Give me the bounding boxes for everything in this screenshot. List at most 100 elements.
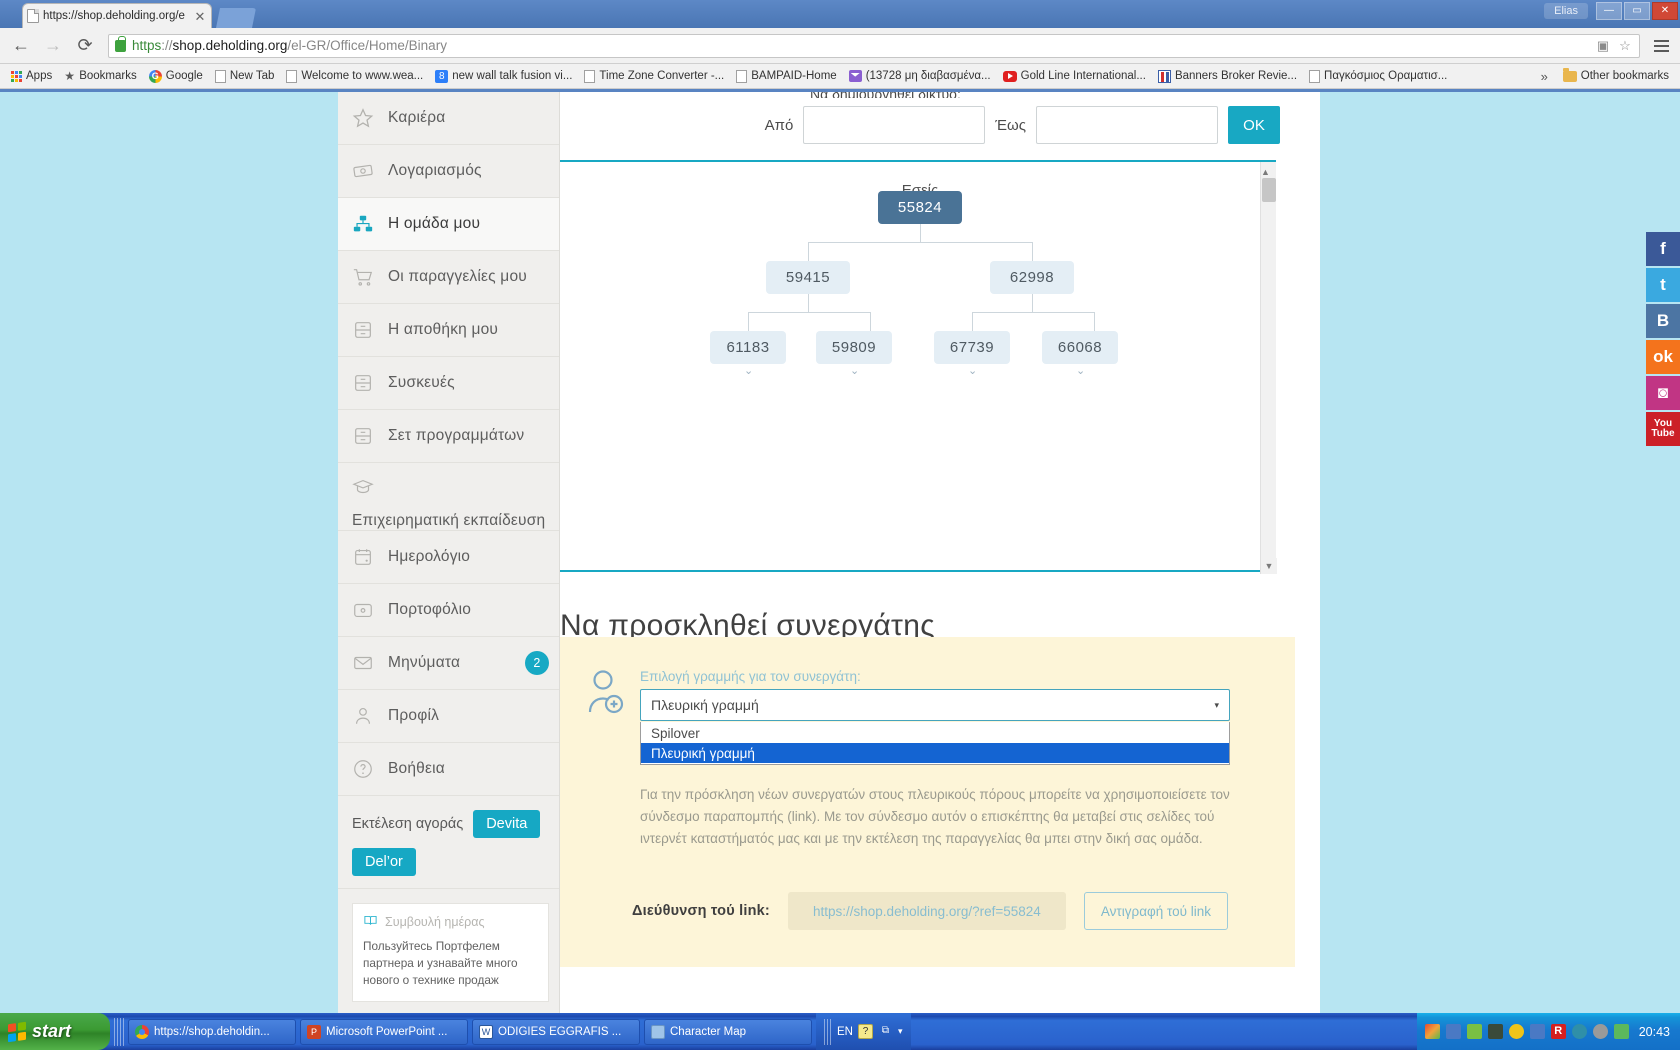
network-tray-icon[interactable]: ⧉ [878,1024,893,1039]
bookmark-timezone[interactable]: Time Zone Converter -... [579,68,729,85]
bookmark-banners-broker[interactable]: Banners Broker Revie... [1153,68,1302,85]
tree-node-level2[interactable]: 61183 [710,331,786,364]
close-icon[interactable]: ✕ [193,10,207,23]
tree-node-level1[interactable]: 59415 [766,261,850,294]
back-arrow-icon[interactable]: ← [8,33,34,59]
scrollbar-thumb[interactable] [1262,178,1276,202]
tree-node-level2[interactable]: 59809 [816,331,892,364]
ok-button[interactable]: ΟΚ [1228,106,1280,144]
question-tray-icon[interactable]: ? [857,1024,873,1039]
devita-button[interactable]: Devita [473,810,541,838]
taskbar-item-character-map[interactable]: Character Map [644,1018,812,1045]
sidebar-item-my-warehouse[interactable]: Η αποθήκη μου [338,304,559,357]
sidebar-item-program-sets[interactable]: Σετ προγραμμάτων [338,410,559,463]
sidebar-item-messages[interactable]: Μηνύματα 2 [338,637,559,690]
tree-node-level2[interactable]: 67739 [934,331,1010,364]
line-select-dropdown[interactable]: Spilover Πλευρική γραμμή [640,722,1230,765]
bookmark-bampaid[interactable]: BAMPAID-Home [731,68,841,85]
bookmarks-overflow-icon[interactable]: » [1533,69,1556,84]
chevron-down-icon[interactable]: ⌄ [968,364,977,377]
google-icon [148,69,162,83]
r-red-icon[interactable]: R [1550,1024,1566,1039]
language-bar[interactable]: EN ? ⧉ ▾ [816,1013,911,1050]
chevron-down-icon[interactable]: ⌄ [850,364,859,377]
tree-node-root[interactable]: 55824 [878,191,962,224]
chevron-down-icon[interactable]: ⌄ [744,364,753,377]
reload-icon[interactable]: ⟳ [72,33,98,59]
bookmark-welcome[interactable]: Welcome to www.wea... [281,68,428,85]
youtube-icon[interactable]: You Tube [1646,412,1680,446]
from-date-input[interactable] [803,106,986,144]
copy-link-button[interactable]: Αντιγραφή τού link [1083,892,1229,930]
sidebar-item-label: Η ομάδα μου [388,215,481,232]
webcam-icon[interactable] [1571,1024,1587,1039]
volume-icon[interactable] [1592,1024,1608,1039]
address-bar[interactable]: https://shop.deholding.org/el-GR/Office/… [108,33,1640,58]
referral-link-value[interactable]: https://shop.deholding.org/?ref=55824 [787,892,1066,930]
facebook-icon[interactable]: f [1646,232,1680,266]
bookmark-wall-talk[interactable]: 8 new wall talk fusion vi... [430,68,577,85]
hamburger-menu-icon[interactable] [1650,33,1672,59]
tree-scrollbar[interactable]: ▲ ▼ [1260,162,1277,574]
tray-expand-icon[interactable]: ▾ [898,1026,903,1037]
window-close-button[interactable]: ✕ [1652,2,1678,20]
taskbar-item-powerpoint[interactable]: P Microsoft PowerPoint ... [300,1018,468,1045]
updates-icon[interactable] [1613,1024,1629,1039]
sidebar-item-help[interactable]: Βοήθεια [338,743,559,796]
bookmark-pagkosmios[interactable]: Παγκόσμιος Οραματισ... [1304,68,1452,85]
tree-node-level1[interactable]: 62998 [990,261,1074,294]
taskbar-item-word[interactable]: W ODIGIES EGGRAFIS ... [472,1018,640,1045]
bookmark-mail[interactable]: (13728 μη διαβασμένα... [844,68,996,84]
new-tab-button[interactable] [216,8,256,28]
maximize-button[interactable]: ▭ [1624,2,1650,20]
twitter-icon[interactable]: t [1646,268,1680,302]
bookmark-bookmarks[interactable]: ★ Bookmarks [59,68,142,85]
bookmark-star-icon[interactable]: ☆ [1617,38,1633,54]
tree-node-level2[interactable]: 66068 [1042,331,1118,364]
dropdown-option-pleuriki-grammi[interactable]: Πλευρική γραμμή [641,743,1229,763]
line-select[interactable]: Πλευρική γραμμή ▾ [640,689,1230,721]
monitor-x-icon[interactable] [1529,1024,1545,1039]
scroll-up-icon[interactable]: ▲ [1261,167,1270,177]
sidebar-item-calendar[interactable]: Ημερολόγιο [338,531,559,584]
shield-green-icon[interactable] [1466,1024,1482,1039]
network-icon[interactable] [1445,1024,1461,1039]
sidebar-item-wallet[interactable]: Πορτοφόλιο [338,584,559,637]
bookmark-new-tab[interactable]: New Tab [210,68,280,85]
bookmark-google[interactable]: Google [144,68,208,85]
bookmark-label: Bookmarks [79,70,137,82]
forward-arrow-icon[interactable]: → [40,33,66,59]
kaspersky-icon[interactable] [1424,1024,1440,1039]
warning-icon[interactable] [1508,1024,1524,1039]
dropdown-option-spilover[interactable]: Spilover [641,723,1229,743]
vk-icon[interactable]: B [1646,304,1680,338]
other-bookmarks-folder[interactable]: Other bookmarks [1558,67,1674,84]
scroll-down-icon[interactable]: ▼ [1261,558,1277,574]
bookmark-apps[interactable]: Apps [6,68,57,84]
browser-tab[interactable]: https://shop.deholding.org/e ✕ [22,3,212,28]
sidebar-item-my-orders[interactable]: Οι παραγγελίες μου [338,251,559,304]
minimize-button[interactable]: — [1596,2,1622,20]
sidebar-item-devices[interactable]: Συσκευές [338,357,559,410]
sidebar-item-business-education[interactable]: Επιχειρηματική εκπαίδευση [338,463,559,531]
language-bar-grip[interactable] [824,1018,832,1045]
language-indicator[interactable]: EN [837,1026,853,1038]
instagram-icon[interactable]: ◙ [1646,376,1680,410]
user-chip[interactable]: Elias [1544,3,1588,19]
sidebar-item-my-team[interactable]: Η ομάδα μου [338,198,559,251]
taskbar-item-chrome[interactable]: https://shop.deholdin... [128,1018,296,1045]
chevron-down-icon[interactable]: ⌄ [1076,364,1085,377]
bookmark-goldline[interactable]: Gold Line International... [998,68,1151,84]
monitor-icon[interactable] [1487,1024,1503,1039]
sidebar-item-career[interactable]: Καριέρα [338,92,559,145]
page-action-icon[interactable]: ▣ [1595,38,1611,54]
sidebar-item-account[interactable]: Λογαριασμός [338,145,559,198]
chevron-down-icon[interactable]: ▾ [1214,700,1219,711]
clock[interactable]: 20:43 [1635,1025,1670,1039]
odnoklassniki-icon[interactable]: ok [1646,340,1680,374]
sidebar-item-profile[interactable]: Προφίλ [338,690,559,743]
delor-button[interactable]: Del’or [352,848,416,876]
start-button[interactable]: start [0,1013,110,1050]
to-date-input[interactable] [1036,106,1218,144]
calendar-icon [352,546,374,568]
